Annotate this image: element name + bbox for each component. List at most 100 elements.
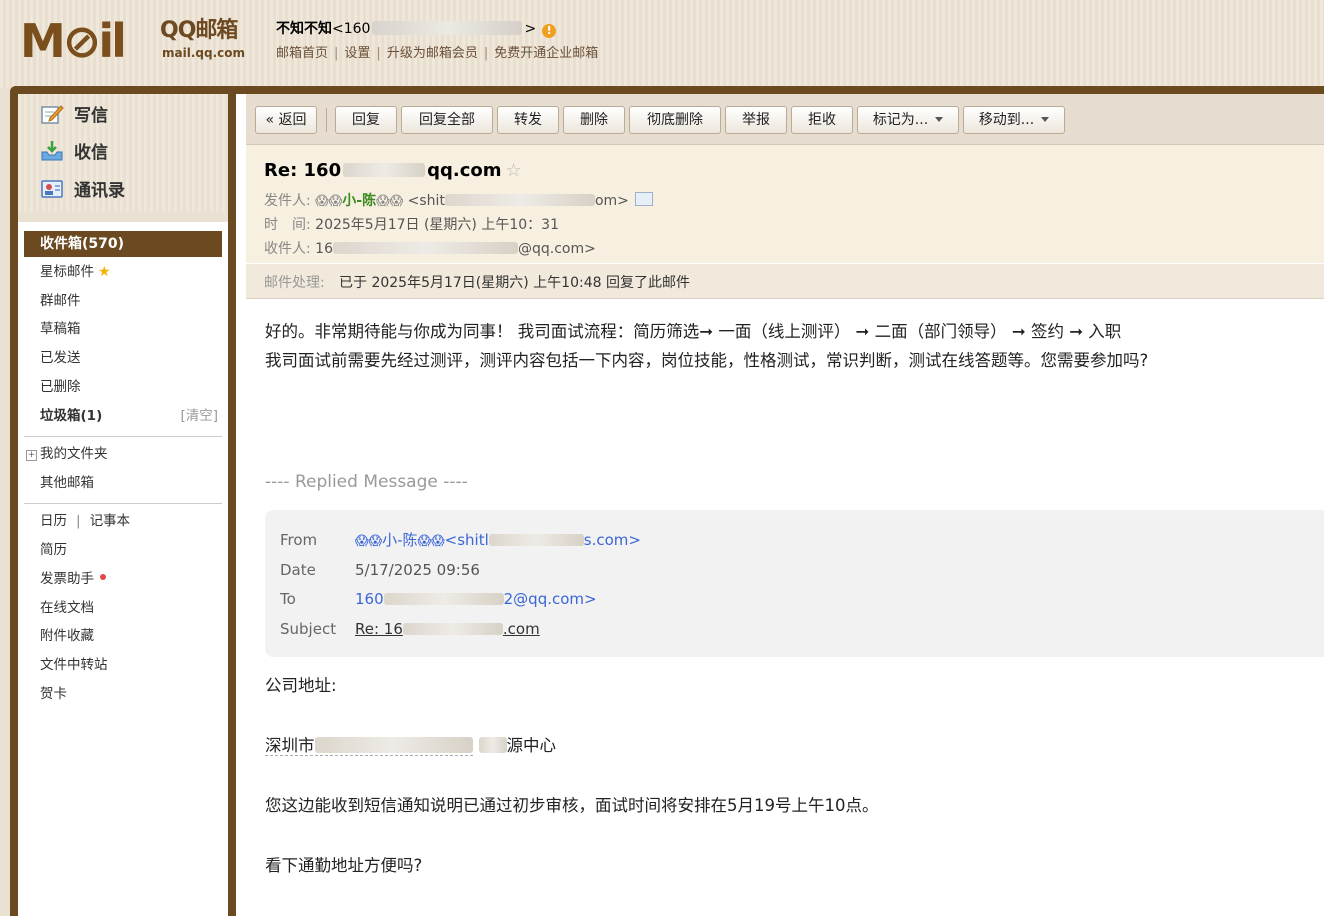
frame-top xyxy=(10,86,1324,94)
user-name: 不知不知 xyxy=(276,21,332,37)
address-prefix: 深圳市 xyxy=(265,736,315,755)
link-enterprise-mail[interactable]: 免费开通企业邮箱 xyxy=(494,46,598,61)
user-email-suffix: > xyxy=(524,21,537,37)
compose-label: 写信 xyxy=(74,106,108,126)
expand-plus-icon[interactable]: + xyxy=(26,450,37,461)
from-label: 发件人: xyxy=(264,193,311,209)
notification-dot xyxy=(100,574,106,580)
sender-email-suffix: om> xyxy=(594,193,629,209)
clear-spam-link[interactable]: [清空] xyxy=(180,406,218,426)
pencil-paper-icon xyxy=(41,105,64,124)
link-settings[interactable]: 设置 xyxy=(344,46,370,61)
frame-divider xyxy=(228,86,236,916)
qq-mail-logo[interactable]: M⊘il QQ邮箱 mail.qq.com xyxy=(20,14,256,68)
quoted-to-row: To 160 2@qq.com> xyxy=(280,589,597,609)
subject-suffix: qq.com xyxy=(427,160,502,181)
redacted-block xyxy=(444,194,595,206)
mail-header: Re: 160 qq.com ☆ 发件人: 😱😱小-陈😱😱 <shit om> 时 间… xyxy=(246,145,1324,263)
chevron-down-icon xyxy=(1041,117,1050,122)
link-mail-home[interactable]: 邮箱首页 xyxy=(276,46,328,61)
nav-group-mail[interactable]: 群邮件 xyxy=(40,291,81,311)
move-to-dropdown[interactable]: 移动到... xyxy=(963,106,1065,134)
quoted-to-key: To xyxy=(280,590,296,608)
quoted-date-key: Date xyxy=(280,561,316,579)
sender-name[interactable]: 小-陈 xyxy=(342,193,376,209)
address-text[interactable]: 深圳市 xyxy=(265,736,473,756)
contacts-button[interactable]: 通讯录 xyxy=(40,177,125,205)
top-links: 邮箱首页 | 设置 | 升级为邮箱会员 | 免费开通企业邮箱 xyxy=(276,46,599,61)
nav-inbox[interactable]: 收件箱(570) xyxy=(24,231,222,257)
quoted-sender-email-prefix: <shitl xyxy=(444,531,489,549)
nav-resume[interactable]: 简历 xyxy=(40,540,67,560)
star-icon[interactable]: ☆ xyxy=(506,160,522,181)
logo-domain-text: mail.qq.com xyxy=(162,46,245,60)
move-to-label: 移动到... xyxy=(978,112,1035,128)
quoted-subject-row: Subject Re: 16 .com xyxy=(280,619,540,639)
link-upgrade-vip[interactable]: 升级为邮箱会员 xyxy=(387,46,478,61)
nav-invoice[interactable]: 发票助手 xyxy=(40,569,106,589)
folder-nav: 收件箱(570) 星标邮件 ★ 群邮件 草稿箱 已发送 已删除 垃圾箱(1) [清… xyxy=(18,222,228,916)
company-address: 深圳市 源中心 xyxy=(265,734,556,758)
user-email-prefix: <160 xyxy=(332,21,371,37)
address-suffix: 源中心 xyxy=(506,736,557,755)
nav-starred[interactable]: 星标邮件 ★ xyxy=(40,262,111,282)
nav-file-transfer[interactable]: 文件中转站 xyxy=(40,655,108,675)
nav-separator: | xyxy=(76,513,81,529)
reject-button[interactable]: 拒收 xyxy=(791,106,853,134)
redacted-block xyxy=(402,623,503,635)
nav-notes[interactable]: 记事本 xyxy=(90,513,131,529)
time-value: 2025年5月17日 (星期六) 上午10：31 xyxy=(315,217,559,233)
quick-actions: 写信 收信 通讯录 xyxy=(18,94,228,212)
time-row: 时 间: 2025年5月17日 (星期六) 上午10：31 xyxy=(264,215,559,235)
delete-button[interactable]: 删除 xyxy=(563,106,625,134)
quoted-date-row: Date 5/17/2025 09:56 xyxy=(280,560,480,580)
forward-button[interactable]: 转发 xyxy=(497,106,559,134)
inbox-download-icon xyxy=(41,141,63,161)
quoted-to-prefix: 160 xyxy=(355,590,384,608)
nav-online-docs[interactable]: 在线文档 xyxy=(40,598,94,618)
nav-attachments[interactable]: 附件收藏 xyxy=(40,626,94,646)
warning-icon[interactable]: ! xyxy=(542,24,557,38)
sender-row: 发件人: 😱😱小-陈😱😱 <shit om> xyxy=(264,191,653,212)
quoted-message: From 😱😱小-陈😱😱<shitl s.com> Date 5/17/2025 09… xyxy=(265,510,1324,657)
mail-read-pane: « 返回 回复 回复全部 转发 删除 彻底删除 举报 拒收 标记为... 移动到… xyxy=(236,94,1324,916)
nav-divider xyxy=(24,436,222,437)
nav-my-folders[interactable]: + 我的文件夹 xyxy=(26,444,108,464)
quoted-sender-link[interactable]: 😱😱小-陈😱😱<shitl s.com> xyxy=(355,531,641,549)
receive-button[interactable]: 收信 xyxy=(40,139,108,167)
recipient-prefix: 16 xyxy=(315,241,333,257)
quoted-subject-suffix: .com xyxy=(502,620,540,638)
scared-emoji-icon: 😱😱 xyxy=(376,194,404,209)
redacted-block xyxy=(488,534,584,546)
reply-button[interactable]: 回复 xyxy=(335,106,397,134)
frame-left xyxy=(10,86,18,916)
delete-permanently-button[interactable]: 彻底删除 xyxy=(629,106,721,134)
nav-spam[interactable]: 垃圾箱(1) xyxy=(40,406,102,426)
back-button[interactable]: « 返回 xyxy=(255,106,317,134)
nav-other-mail[interactable]: 其他邮箱 xyxy=(40,473,94,493)
nav-calendar-notes: 日历 | 记事本 xyxy=(40,511,130,531)
nav-greeting-cards[interactable]: 贺卡 xyxy=(40,684,67,704)
report-button[interactable]: 举报 xyxy=(725,106,787,134)
nav-deleted[interactable]: 已删除 xyxy=(40,377,81,397)
nav-my-folders-label: 我的文件夹 xyxy=(40,446,108,462)
mark-as-label: 标记为... xyxy=(872,112,929,128)
body-line-2: 我司面试前需要先经过测评，测评内容包括一下内容，岗位技能，性格测试，常识判断，测… xyxy=(265,351,1149,370)
quoted-subject-link[interactable]: Re: 16 .com xyxy=(355,620,540,638)
receive-label: 收信 xyxy=(74,143,108,163)
quoted-sender-name: 小-陈 xyxy=(382,531,418,549)
quoted-recipient-link[interactable]: 160 2@qq.com> xyxy=(355,590,597,608)
mark-as-dropdown[interactable]: 标记为... xyxy=(857,106,959,134)
top-header: M⊘il QQ邮箱 mail.qq.com 不知不知<160 >! 邮箱首页 | 设置… xyxy=(0,0,1324,88)
nav-sent[interactable]: 已发送 xyxy=(40,348,81,368)
process-text: 已于 2025年5月17日(星期六) 上午10:48 回复了此邮件 xyxy=(339,275,690,291)
nav-drafts[interactable]: 草稿箱 xyxy=(40,319,81,339)
nav-calendar[interactable]: 日历 xyxy=(40,513,67,529)
compose-button[interactable]: 写信 xyxy=(40,102,108,130)
redacted-block xyxy=(372,21,523,35)
reply-all-button[interactable]: 回复全部 xyxy=(401,106,493,134)
time-label: 时 间: xyxy=(264,217,311,233)
body-line-1: 好的。非常期待能与你成为同事！ 我司面试流程：简历筛选➞ 一面（线上测评） ➞ … xyxy=(265,322,1122,341)
contact-card-icon[interactable] xyxy=(634,192,653,206)
nav-divider xyxy=(24,503,222,504)
